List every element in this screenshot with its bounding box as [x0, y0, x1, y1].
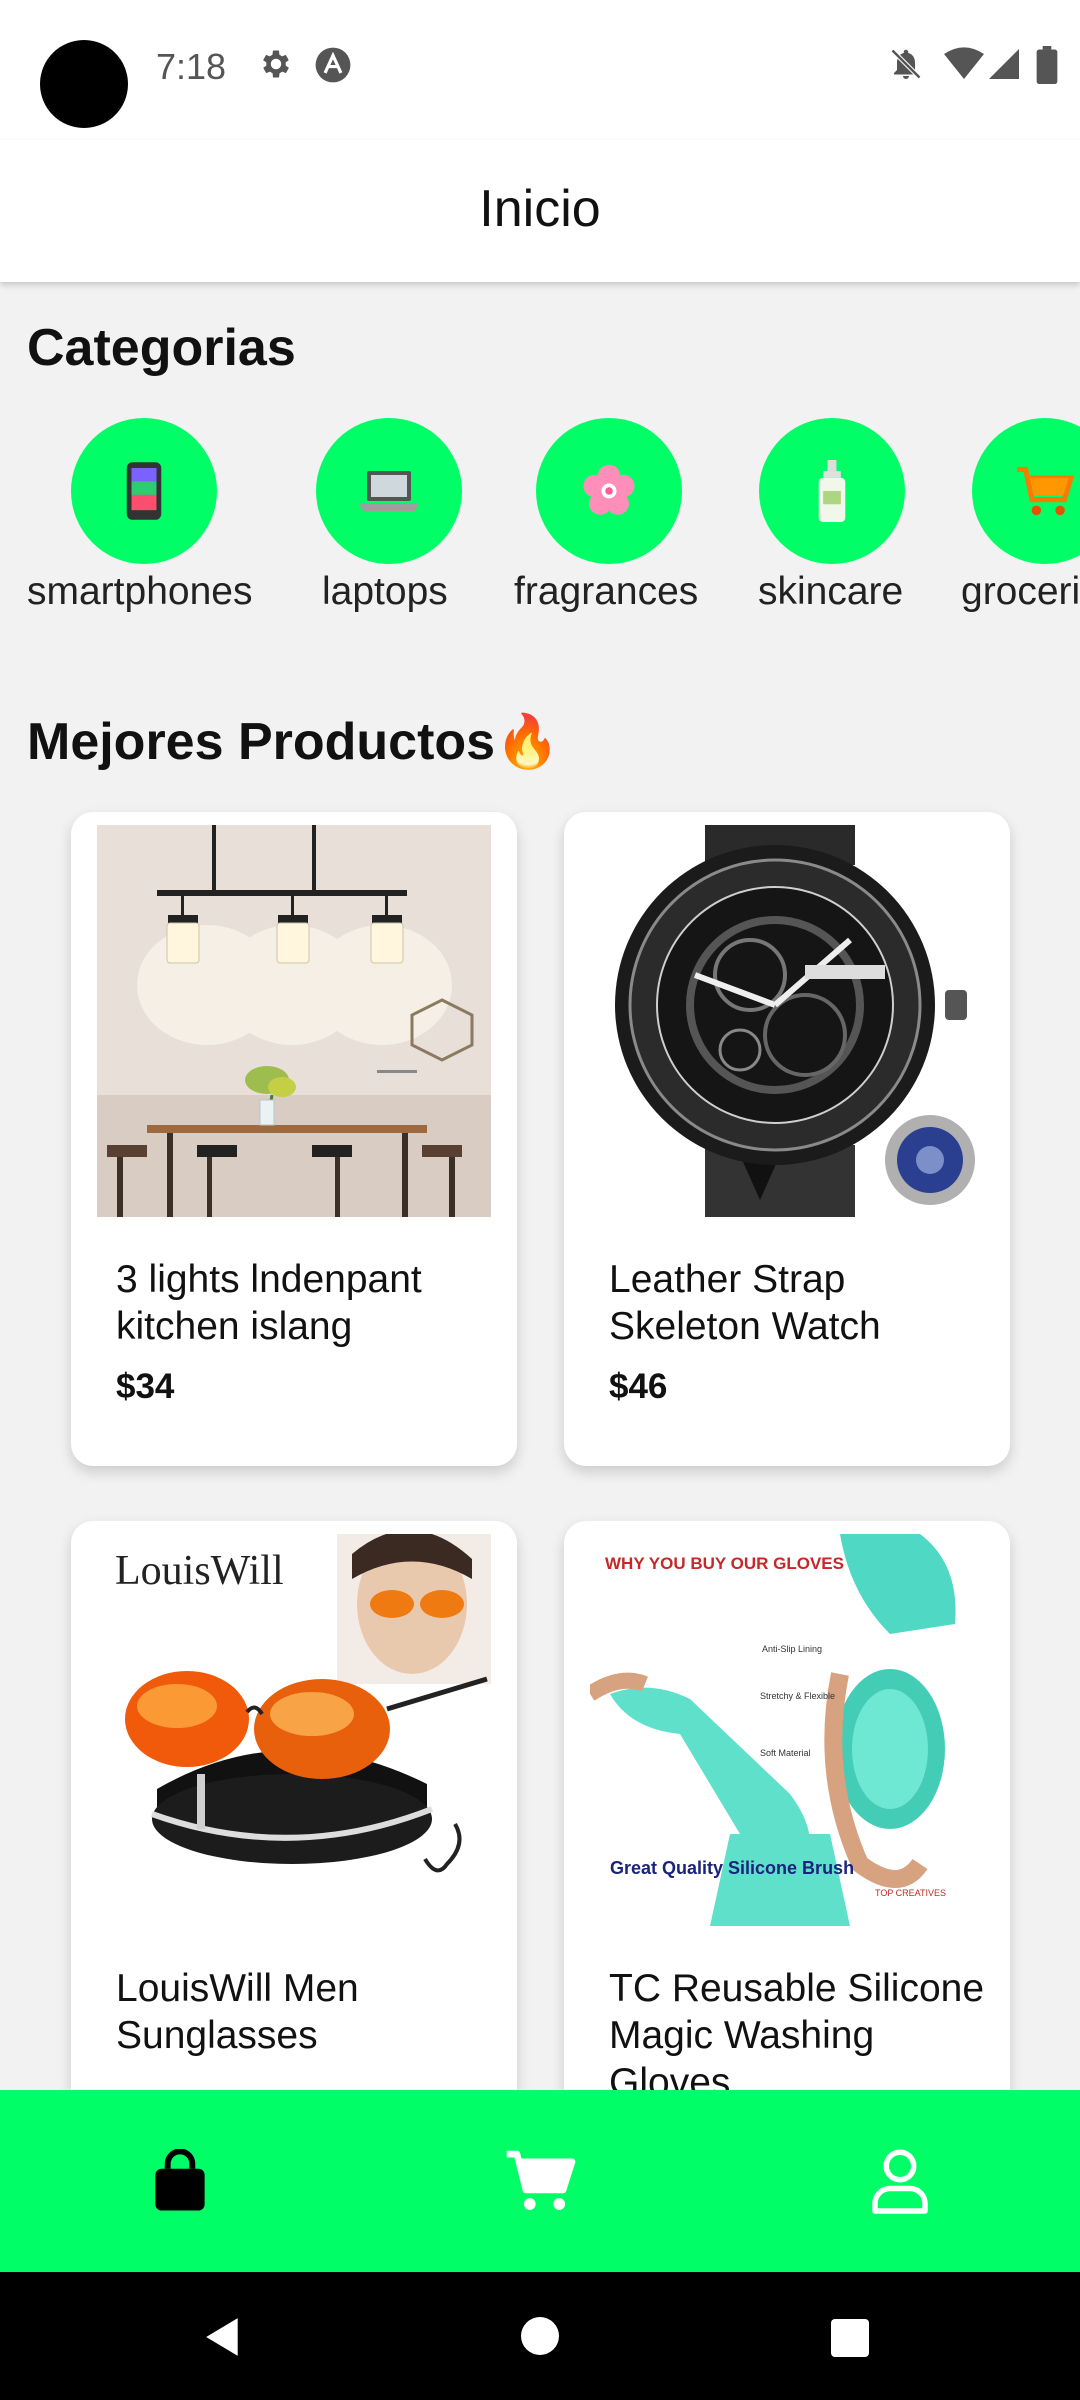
brand-logo-text: LouisWill [115, 1548, 284, 1594]
flower-icon [536, 418, 682, 564]
product-image-pendant-lights [97, 825, 491, 1217]
product-title: TC Reusable Silicone Magic Washing Glove… [609, 1967, 985, 2090]
product-title: Leather Strap Skeleton Watch [609, 1258, 881, 1348]
nav-cart[interactable] [360, 2090, 720, 2272]
product-image-gloves: WHY YOU BUY OUR GLOVES Anti-Slip Lining … [590, 1534, 984, 1926]
system-navigation [0, 2272, 1080, 2400]
category-label: groceri [961, 570, 1080, 613]
gloves-heading: WHY YOU BUY OUR GLOVES [605, 1554, 844, 1573]
laptop-icon [316, 418, 462, 564]
app-bar: Inicio [0, 140, 1080, 282]
category-label: smartphones [27, 570, 253, 613]
battery-icon [1036, 46, 1058, 84]
callout-anti-slip: Anti-Slip Lining [762, 1644, 822, 1654]
categories-list[interactable]: smartphones laptops fragrances skincare … [0, 418, 1080, 628]
bottom-navigation [0, 2090, 1080, 2272]
signal-icon [989, 49, 1019, 79]
shopping-cart-icon [972, 418, 1080, 564]
gloves-brand: TOP CREATIVES [875, 1888, 946, 1898]
home-icon[interactable] [520, 2316, 560, 2356]
product-card[interactable]: Leather Strap Skeleton Watch $46 [564, 812, 1010, 1466]
product-price: $46 [609, 1367, 668, 1406]
recents-icon[interactable] [830, 2318, 870, 2358]
gloves-badge: Great Quality Silicone Brush [610, 1858, 854, 1878]
category-label: laptops [322, 570, 448, 613]
category-label: fragrances [514, 570, 699, 613]
notifications-off-icon [890, 48, 922, 80]
product-card[interactable]: LouisWill LouisWill Men Sunglasses [71, 1521, 517, 2090]
lotion-bottle-icon [759, 418, 905, 564]
shopping-bag-icon [155, 2149, 205, 2211]
smartphone-icon [71, 418, 217, 564]
category-label: skincare [758, 570, 904, 613]
back-icon[interactable] [202, 2316, 244, 2358]
profile-icon [872, 2149, 928, 2214]
product-card[interactable]: WHY YOU BUY OUR GLOVES Anti-Slip Lining … [564, 1521, 1010, 2090]
callout-soft: Soft Material [760, 1748, 811, 1758]
best-products-title: Mejores Productos🔥 [27, 713, 560, 771]
page-title: Inicio [479, 180, 601, 238]
status-bar: 7:18 [0, 0, 1080, 140]
settings-icon [263, 50, 289, 78]
nav-shop[interactable] [0, 2090, 360, 2272]
status-time: 7:18 [156, 46, 227, 87]
product-image-sunglasses: LouisWill [97, 1534, 491, 1926]
categories-title: Categorias [27, 319, 296, 377]
callout-stretchy: Stretchy & Flexible [760, 1691, 835, 1701]
product-price: $34 [116, 1367, 175, 1406]
camera-cutout [40, 40, 128, 128]
product-card[interactable]: 3 lights lndenpant kitchen islang $34 [71, 812, 517, 1466]
product-title: 3 lights lndenpant kitchen islang [116, 1258, 422, 1348]
nav-profile[interactable] [720, 2090, 1080, 2272]
product-title: LouisWill Men Sunglasses [116, 1967, 359, 2057]
wifi-icon [944, 47, 984, 79]
app-notification-icon [315, 47, 351, 83]
cart-icon [506, 2150, 576, 2210]
product-image-skeleton-watch [590, 825, 984, 1217]
